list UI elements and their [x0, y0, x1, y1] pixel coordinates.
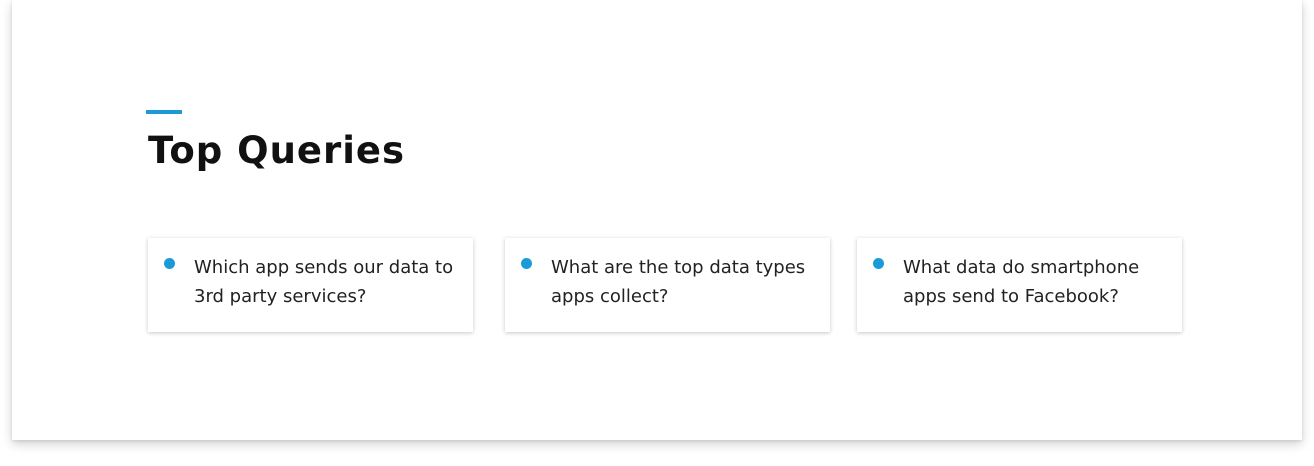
bullet-dot-icon — [521, 258, 532, 269]
query-text: What are the top data types apps collect… — [551, 257, 806, 307]
title-accent-bar — [146, 110, 182, 114]
query-card-2[interactable]: What are the top data types apps collect… — [505, 238, 830, 332]
query-text: What data do smartphone apps send to Fac… — [903, 257, 1140, 307]
bullet-dot-icon — [873, 258, 884, 269]
query-card-1[interactable]: Which app sends our data to 3rd party se… — [148, 238, 473, 332]
query-card-3[interactable]: What data do smartphone apps send to Fac… — [857, 238, 1182, 332]
section-title: Top Queries — [148, 129, 406, 172]
top-queries-panel: Top Queries Which app sends our data to … — [12, 0, 1302, 440]
bullet-dot-icon — [164, 258, 175, 269]
query-text: Which app sends our data to 3rd party se… — [194, 257, 454, 307]
